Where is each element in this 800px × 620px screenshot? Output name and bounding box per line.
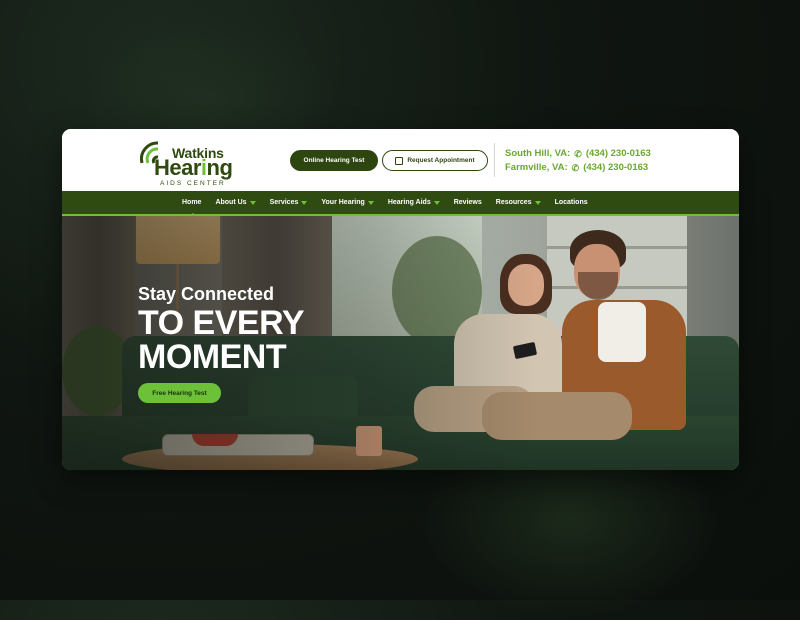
website-screenshot-card: Watkins Hearing AIDS CENTER Online Heari… — [62, 129, 739, 470]
location-row-south-hill: South Hill, VA: ✆ (434) 230-0163 — [505, 147, 651, 161]
site-logo[interactable]: Watkins Hearing AIDS CENTER — [136, 137, 241, 187]
nav-item-hearing-aids[interactable]: Hearing Aids — [388, 199, 440, 206]
nav-item-label: Services — [269, 199, 299, 206]
free-hearing-test-label: Free Hearing Test — [152, 389, 207, 397]
logo-text-hearing: Hearing — [154, 155, 233, 180]
online-hearing-test-button[interactable]: Online Hearing Test — [290, 150, 378, 171]
nav-item-label: Hearing Aids — [387, 199, 431, 206]
chevron-down-icon — [301, 200, 308, 205]
phone-icon: ✆ — [574, 149, 582, 159]
chevron-down-icon — [433, 200, 440, 205]
location-city: South Hill, VA: — [505, 148, 571, 159]
hero-title: TO EVERY MOMENT — [138, 304, 305, 376]
phone-link[interactable]: (434) 230-0163 — [583, 161, 648, 175]
location-row-farmville: Farmville, VA: ✆ (434) 230-0163 — [505, 161, 651, 175]
site-header: Watkins Hearing AIDS CENTER Online Heari… — [62, 129, 739, 191]
online-hearing-test-label: Online Hearing Test — [303, 157, 365, 164]
nav-item-label: Your Hearing — [321, 199, 365, 206]
hero-title-line: MOMENT — [138, 338, 287, 376]
hero-section: Stay Connected TO EVERY MOMENT Free Hear… — [62, 216, 739, 470]
phone-link[interactable]: (434) 230-0163 — [586, 147, 651, 161]
hero-subtitle: Stay Connected — [138, 284, 275, 304]
nav-item-resources[interactable]: Resources — [496, 199, 541, 206]
nav-item-locations[interactable]: Locations — [555, 199, 588, 206]
nav-item-about-us[interactable]: About Us — [215, 199, 256, 206]
free-hearing-test-button[interactable]: Free Hearing Test — [138, 383, 221, 403]
nav-items: Home About Us Services Your Hearing Hear… — [182, 191, 602, 219]
nav-item-your-hearing[interactable]: Your Hearing — [321, 199, 374, 206]
phone-icon: ✆ — [571, 163, 580, 173]
hero-title-line: TO EVERY — [138, 304, 305, 342]
nav-item-reviews[interactable]: Reviews — [454, 199, 482, 206]
location-phones: South Hill, VA: ✆ (434) 230-0163 Farmvil… — [505, 147, 651, 175]
logo-hearing-part: ng — [206, 155, 233, 180]
nav-item-label: Reviews — [453, 199, 482, 206]
nav-item-label: About Us — [215, 199, 247, 206]
nav-item-label: Resources — [495, 199, 532, 206]
chevron-down-icon — [367, 200, 374, 205]
chevron-down-icon — [534, 200, 541, 205]
header-divider — [494, 143, 495, 177]
main-navigation: Home About Us Services Your Hearing Hear… — [62, 191, 739, 219]
calendar-icon — [395, 156, 404, 165]
chevron-down-icon — [249, 200, 256, 205]
nav-item-services[interactable]: Services — [270, 199, 308, 206]
nav-item-home[interactable]: Home — [182, 199, 202, 219]
location-city: Farmville, VA: — [505, 162, 568, 173]
nav-item-label: Locations — [554, 199, 588, 206]
request-appointment-label: Request Appointment — [407, 157, 475, 164]
nav-item-label: Home — [182, 199, 202, 206]
logo-text-subtitle: AIDS CENTER — [160, 180, 226, 187]
request-appointment-button[interactable]: Request Appointment — [382, 150, 488, 171]
logo-hearing-part: Hear — [154, 155, 201, 180]
